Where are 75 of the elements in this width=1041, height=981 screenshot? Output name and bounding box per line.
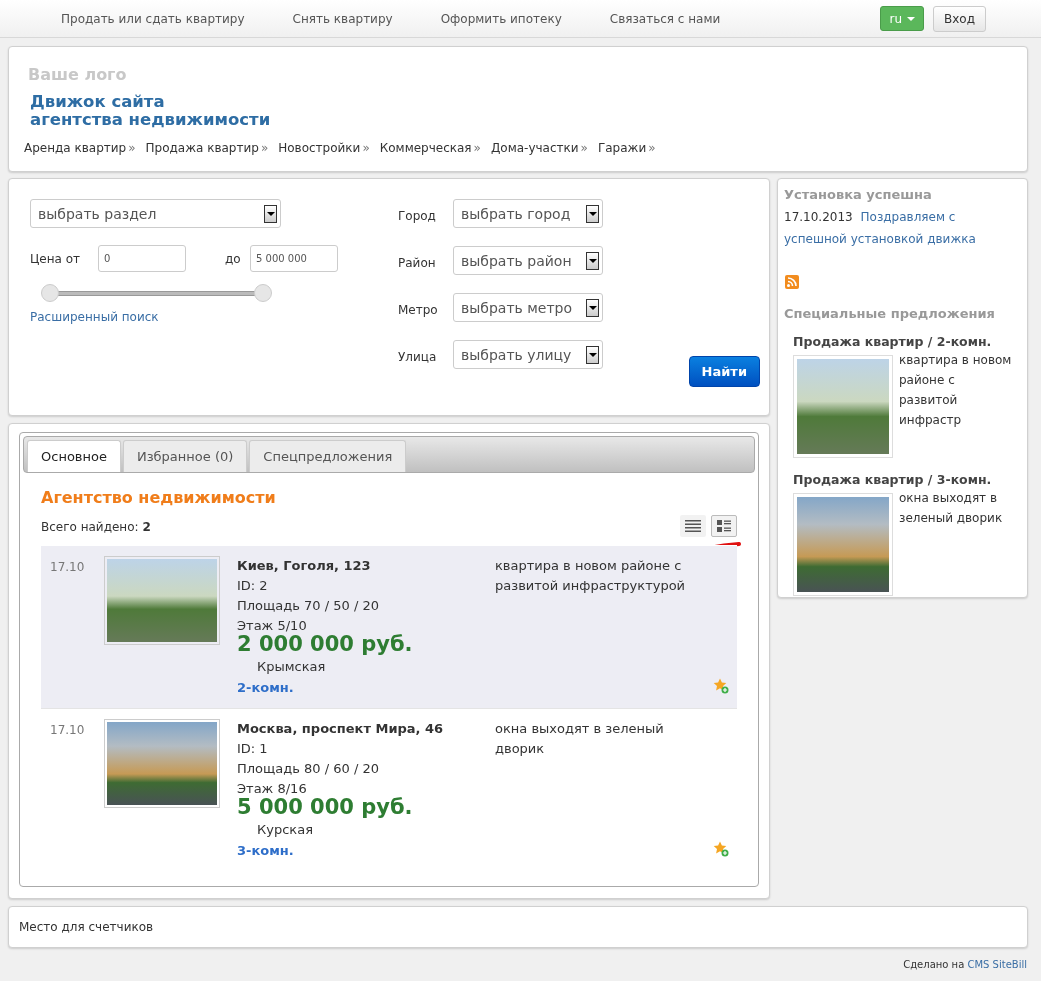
slider-thumb[interactable] bbox=[41, 284, 59, 302]
nav-link[interactable]: Оформить ипотеку bbox=[431, 11, 571, 26]
filter-select[interactable]: выбрать метро bbox=[453, 293, 603, 322]
metro-station: Курская bbox=[257, 822, 314, 837]
section-select[interactable]: выбрать раздел bbox=[30, 199, 281, 228]
menu-item[interactable]: Продажа квартир » bbox=[145, 141, 269, 155]
price-from-field[interactable]: 0 bbox=[98, 245, 186, 272]
rss-icon[interactable] bbox=[785, 275, 799, 289]
grid-list-icon bbox=[717, 520, 731, 532]
counters-placeholder-text: Место для счетчиков bbox=[19, 920, 154, 934]
metro-station: Крымская bbox=[257, 659, 327, 674]
listing-date: 17.10 bbox=[49, 723, 86, 739]
listing-area: Площадь 80 / 60 / 20 bbox=[237, 761, 495, 776]
news-heading: Установка успешна bbox=[784, 187, 933, 202]
nav-link[interactable]: Снять квартиру bbox=[283, 11, 402, 26]
listing-area: Площадь 70 / 50 / 20 bbox=[237, 598, 495, 613]
listing-address[interactable]: Москва, проспект Мира, 46 bbox=[237, 721, 495, 736]
listing-address[interactable]: Киев, Гоголя, 123 bbox=[237, 558, 495, 573]
search-button[interactable]: Найти bbox=[688, 356, 760, 387]
price-from-label: Цена от bbox=[30, 251, 82, 266]
filter-label: Район bbox=[398, 255, 437, 270]
rooms-link[interactable]: 3-комн. bbox=[237, 843, 294, 858]
listing-heading: Агентство недвижимости bbox=[41, 488, 277, 507]
listing-price: 5 000 000 руб. bbox=[237, 796, 414, 818]
menu-item[interactable]: Дома-участки » bbox=[490, 141, 588, 155]
offer-title[interactable]: Продажа квартир / 3-комн. bbox=[793, 472, 1013, 487]
special-offers-heading: Специальные предложения bbox=[784, 306, 996, 321]
advanced-search-link[interactable]: Расширенный поиск bbox=[30, 310, 159, 324]
login-button[interactable]: Вход bbox=[933, 5, 986, 32]
menu-item[interactable]: Аренда квартир » bbox=[24, 141, 136, 155]
news-item[interactable]: 17.10.2013 Поздравляем с успешной установкой движка bbox=[784, 206, 1013, 250]
star-add-icon[interactable] bbox=[713, 678, 729, 694]
nav-link[interactable]: Связаться с нами bbox=[600, 11, 730, 26]
listing-description: окна выходят в зеленый дворик bbox=[495, 720, 665, 758]
listing-description: квартира в новом районе с развитой инфраструктурой bbox=[495, 557, 687, 595]
listing-id: ID: 1 bbox=[237, 741, 269, 756]
photo-placeholder[interactable] bbox=[793, 355, 893, 458]
price-range-slider[interactable] bbox=[41, 284, 272, 302]
filter-select[interactable]: выбрать город bbox=[453, 199, 603, 228]
listing-floor: Этаж 8/16 bbox=[237, 781, 308, 796]
tab[interactable]: Спецпредложения bbox=[249, 440, 407, 472]
rooms-link[interactable]: 2-комн. bbox=[237, 680, 294, 695]
listing-price: 2 000 000 руб. bbox=[237, 633, 414, 655]
grid-view-button[interactable] bbox=[711, 515, 737, 537]
cms-link[interactable]: CMS SiteBill bbox=[967, 959, 1027, 970]
list-lines-icon bbox=[685, 520, 701, 532]
price-to-field[interactable]: 5 000 000 bbox=[250, 245, 338, 272]
footer-credit: Сделано на CMS SiteBill bbox=[903, 959, 1027, 970]
filter-select[interactable]: выбрать район bbox=[453, 246, 603, 275]
filter-select[interactable]: выбрать улицу bbox=[453, 340, 603, 369]
tab[interactable]: Основное bbox=[27, 440, 121, 472]
offer-title[interactable]: Продажа квартир / 2-комн. bbox=[793, 334, 1013, 349]
tab[interactable]: Избранное (0) bbox=[122, 440, 248, 472]
listing-id: ID: 2 bbox=[237, 578, 269, 593]
photo-placeholder[interactable] bbox=[104, 556, 220, 645]
menu-item[interactable]: Новостройки » bbox=[278, 141, 370, 155]
caret-icon bbox=[907, 16, 915, 21]
filter-label: Улица bbox=[398, 349, 438, 364]
star-add-icon[interactable] bbox=[713, 841, 729, 857]
price-to-label: до bbox=[225, 251, 242, 266]
photo-placeholder[interactable] bbox=[793, 493, 893, 596]
filter-label: Метро bbox=[398, 302, 439, 317]
results-count: Всего найдено: 2 bbox=[41, 520, 151, 534]
menu-item[interactable]: Гаражи » bbox=[597, 141, 656, 155]
offer-description: окна выходят в зеленый дворик bbox=[899, 490, 1004, 527]
listing-floor: Этаж 5/10 bbox=[237, 618, 308, 633]
photo-placeholder[interactable] bbox=[104, 719, 220, 808]
filter-label: Город bbox=[398, 208, 437, 223]
nav-link[interactable]: Продать или сдать квартиру bbox=[52, 11, 254, 26]
list-view-button[interactable] bbox=[680, 515, 706, 537]
menu-item[interactable]: Коммерческая » bbox=[379, 141, 481, 155]
offer-description: квартира в новом районе с развитой инфрастр bbox=[899, 352, 1013, 429]
listing-date: 17.10 bbox=[49, 560, 86, 576]
slider-thumb[interactable] bbox=[254, 284, 272, 302]
site-title: Движок сайта агентства недвижимости bbox=[30, 93, 272, 129]
